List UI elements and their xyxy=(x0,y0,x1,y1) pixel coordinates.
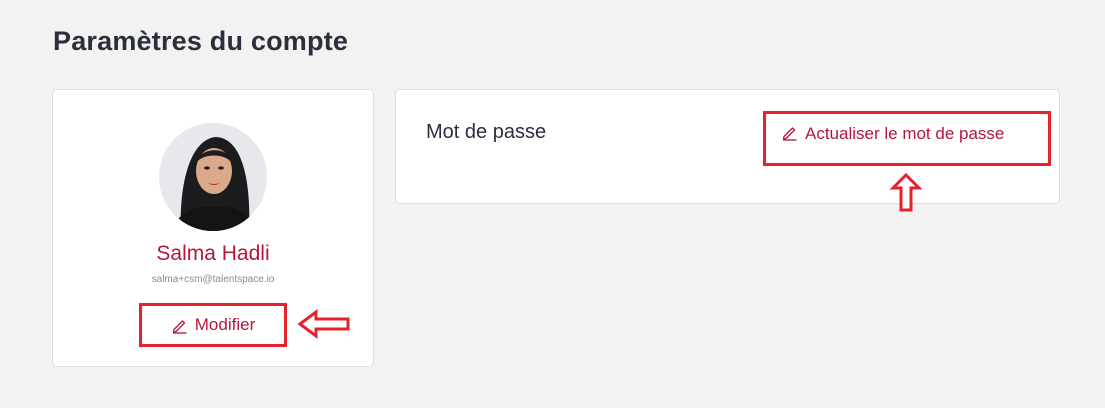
modify-profile-button[interactable]: Modifier xyxy=(139,303,287,347)
user-name: Salma Hadli xyxy=(156,242,270,265)
arrow-left-icon xyxy=(297,309,350,339)
update-password-label: Actualiser le mot de passe xyxy=(805,124,1005,143)
user-email: salma+csm@talentspace.io xyxy=(151,274,275,285)
password-section-label: Mot de passe xyxy=(426,121,547,143)
avatar xyxy=(159,123,267,231)
update-password-button[interactable]: Actualiser le mot de passe xyxy=(763,111,1051,166)
pencil-icon xyxy=(781,124,798,141)
pencil-icon xyxy=(171,317,188,334)
password-card: Mot de passe Actualiser le mot de passe xyxy=(395,89,1060,204)
page-title: Paramètres du compte xyxy=(53,26,349,56)
avatar-image xyxy=(159,123,267,231)
modify-label: Modifier xyxy=(194,315,256,334)
arrow-up-icon xyxy=(889,172,923,212)
